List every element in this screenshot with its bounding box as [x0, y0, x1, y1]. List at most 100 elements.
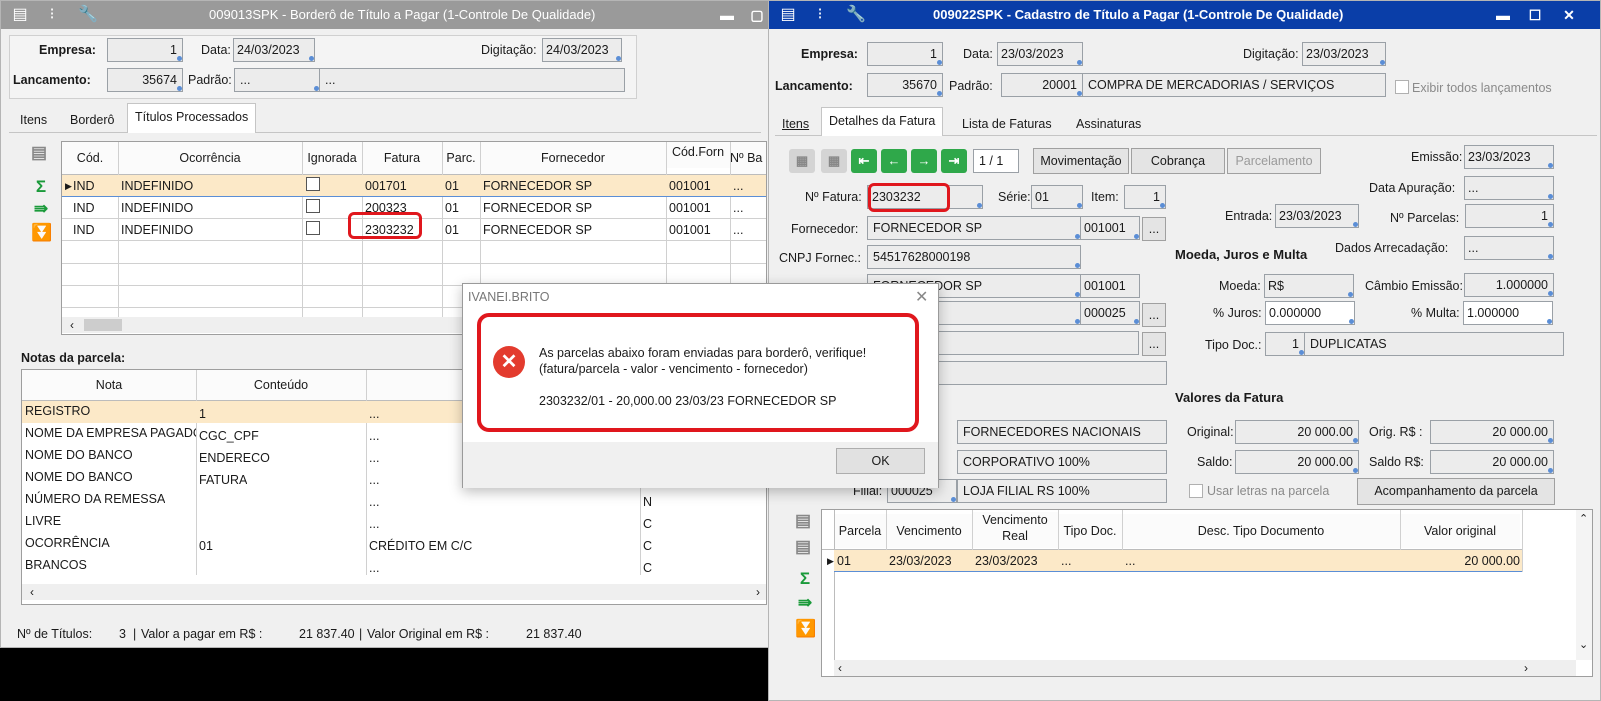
col-header-cod[interactable]: Cód. [62, 142, 118, 174]
first-record-icon[interactable]: ⇤ [851, 149, 877, 173]
cell-conteudo[interactable]: FATURA [196, 469, 247, 491]
tab-itens[interactable]: Itens [13, 107, 54, 133]
cell-col3[interactable]: CRÉDITO EM C/C [366, 535, 472, 557]
cell-cod-forn[interactable]: 001001 [666, 175, 711, 197]
exibir-todos-checkbox[interactable] [1395, 80, 1409, 94]
cell-nota[interactable]: LIVRE [22, 510, 61, 532]
data-apuracao-field[interactable]: ... [1464, 176, 1554, 200]
scroll-up-icon[interactable]: ⌃ [1579, 512, 1588, 525]
item-field[interactable]: 1 [1124, 185, 1166, 209]
cell-parc[interactable]: 01 [442, 197, 459, 219]
grid-add-icon[interactable]: ▤ [793, 511, 813, 531]
col-header-fatura[interactable]: Fatura [362, 142, 442, 174]
export-icon[interactable]: ⇛ [31, 199, 51, 219]
grid-add-icon[interactable]: ▦ [789, 149, 815, 173]
ignorada-checkbox[interactable] [306, 177, 320, 191]
col-header-nota[interactable]: Nota [22, 370, 196, 400]
close-icon[interactable]: ✕ [915, 287, 928, 307]
cell-n-ba[interactable]: ... [730, 197, 743, 219]
orig-rs-field[interactable]: 20 000.00 [1430, 420, 1554, 444]
maximize-icon[interactable]: ▢ [743, 3, 769, 27]
col-header-ignorada[interactable]: Ignorada [302, 142, 362, 174]
col-header-n-ba[interactable]: Nº Ba [730, 142, 766, 174]
emissao-field[interactable]: 23/03/2023 [1464, 145, 1554, 169]
tab-titulos-processados[interactable]: Títulos Processados [127, 103, 257, 133]
col-header-fornecedor[interactable]: Fornecedor [480, 142, 666, 174]
serie-field[interactable]: 01 [1031, 185, 1083, 209]
horizontal-scrollbar[interactable]: ‹ › [22, 584, 766, 600]
cell-nota[interactable]: OCORRÊNCIA [22, 532, 110, 554]
scroll-right-icon[interactable]: › [1524, 660, 1528, 676]
entrada-field[interactable]: 23/03/2023 [1275, 204, 1359, 228]
ok-button[interactable]: OK [836, 448, 925, 474]
grid-remove-icon[interactable]: ▦ [821, 149, 847, 173]
grid-config-icon[interactable]: ▤ [29, 143, 49, 163]
next-record-icon[interactable]: → [911, 149, 937, 173]
sum-icon[interactable]: Σ [795, 569, 815, 589]
scroll-left-icon[interactable]: ‹ [838, 660, 842, 676]
padrao-code-field[interactable]: ... [234, 68, 320, 92]
cell-vencimento-real[interactable]: 23/03/2023 [972, 550, 1038, 572]
multa-field[interactable]: 1.000000 [1463, 301, 1553, 325]
usar-letras-checkbox[interactable] [1189, 484, 1203, 498]
saldo-field[interactable]: 20 000.00 [1235, 450, 1359, 474]
form-icon[interactable]: ▤ [777, 4, 799, 26]
cell-col3[interactable]: ... [366, 557, 379, 579]
cell-tipo-doc[interactable]: ... [1058, 550, 1071, 572]
fornec-nacionais-field[interactable]: FORNECEDORES NACIONAIS [957, 420, 1167, 444]
fornecedor-lookup-button[interactable]: ... [1142, 217, 1166, 241]
cell-conteudo[interactable]: 01 [196, 535, 213, 557]
parcelas-grid[interactable]: Parcela Vencimento Vencimento Real Tipo … [821, 509, 1593, 677]
cell-nota[interactable]: NOME DA EMPRESA PAGADO [22, 422, 196, 444]
minimize-icon[interactable]: ▬ [713, 3, 741, 27]
cell-cod[interactable]: IND [70, 219, 95, 241]
juros-field[interactable]: 0.000000 [1265, 301, 1355, 325]
fornecedor-field[interactable]: FORNECEDOR SP [867, 216, 1081, 240]
nparcelas-field[interactable]: 1 [1465, 204, 1554, 228]
sacado-code-field[interactable]: 001001 [1080, 274, 1140, 298]
horizontal-scrollbar[interactable]: ‹ › [834, 660, 1576, 676]
cell-n-ba[interactable]: ... [730, 219, 743, 241]
cell-nota[interactable]: NOME DO BANCO [22, 466, 133, 488]
cell-nota[interactable]: NOME DO BANCO [22, 444, 133, 466]
padrao-desc-field[interactable]: COMPRA DE MERCADORIAS / SERVIÇOS [1082, 73, 1386, 97]
cell-col3[interactable]: ... [366, 513, 379, 535]
data-field[interactable]: 23/03/2023 [997, 42, 1083, 66]
cell-ocorrencia[interactable]: INDEFINIDO [118, 219, 193, 241]
col-header-parcela[interactable]: Parcela [834, 514, 886, 548]
data-field[interactable]: 24/03/2023 [233, 38, 315, 62]
cell-conteudo[interactable]: CGC_CPF [196, 425, 259, 447]
cell-vencimento[interactable]: 23/03/2023 [886, 550, 952, 572]
col-header-vencimento-real[interactable]: Vencimento Real [972, 512, 1058, 548]
cell-ocorrencia[interactable]: INDEFINIDO [118, 197, 193, 219]
cell-col4[interactable]: C [640, 535, 652, 557]
col-header-ocorrencia[interactable]: Ocorrência [118, 142, 302, 174]
cell-cod-forn[interactable]: 001001 [666, 197, 711, 219]
ignorada-checkbox[interactable] [306, 221, 320, 235]
grid-remove-icon[interactable]: ▤ [793, 537, 813, 557]
cell-col4[interactable]: C [640, 513, 652, 535]
scroll-down-icon[interactable]: ⌄ [1579, 638, 1588, 651]
padrao-code-field[interactable]: 20001 [1001, 73, 1083, 97]
tab-detalhes-fatura[interactable]: Detalhes da Fatura [821, 107, 944, 136]
cell-col3[interactable]: ... [366, 425, 379, 447]
cell-col3[interactable]: ... [366, 403, 379, 425]
col-header-vencimento[interactable]: Vencimento [886, 514, 972, 548]
sum-icon[interactable]: Σ [31, 177, 51, 197]
digitacao-field[interactable]: 23/03/2023 [1302, 42, 1386, 66]
vertical-scrollbar[interactable]: ⌃ ⌄ [1576, 510, 1592, 660]
acompanhamento-button[interactable]: Acompanhamento da parcela [1357, 478, 1555, 505]
right-titlebar[interactable]: ▤ ⁝ 🔧 009022SPK - Cadastro de Título a P… [769, 1, 1600, 29]
cell-conteudo[interactable]: 1 [196, 403, 206, 425]
cell-conteudo[interactable]: ENDERECO [196, 447, 270, 469]
tab-lista-faturas[interactable]: Lista de Faturas [955, 111, 1059, 137]
cell-parc[interactable]: 01 [442, 219, 459, 241]
moeda-field[interactable]: R$ [1264, 274, 1354, 298]
previous-record-icon[interactable]: ← [881, 149, 907, 173]
wrench-icon[interactable]: 🔧 [77, 4, 99, 26]
cell-fornecedor[interactable]: FORNECEDOR SP [480, 219, 592, 241]
scroll-left-icon[interactable]: ‹ [30, 584, 34, 600]
row5-code-field[interactable]: 000025 [1080, 301, 1140, 325]
dados-arrecadacao-field[interactable]: ... [1464, 236, 1554, 260]
wrench-icon[interactable]: 🔧 [845, 4, 867, 26]
